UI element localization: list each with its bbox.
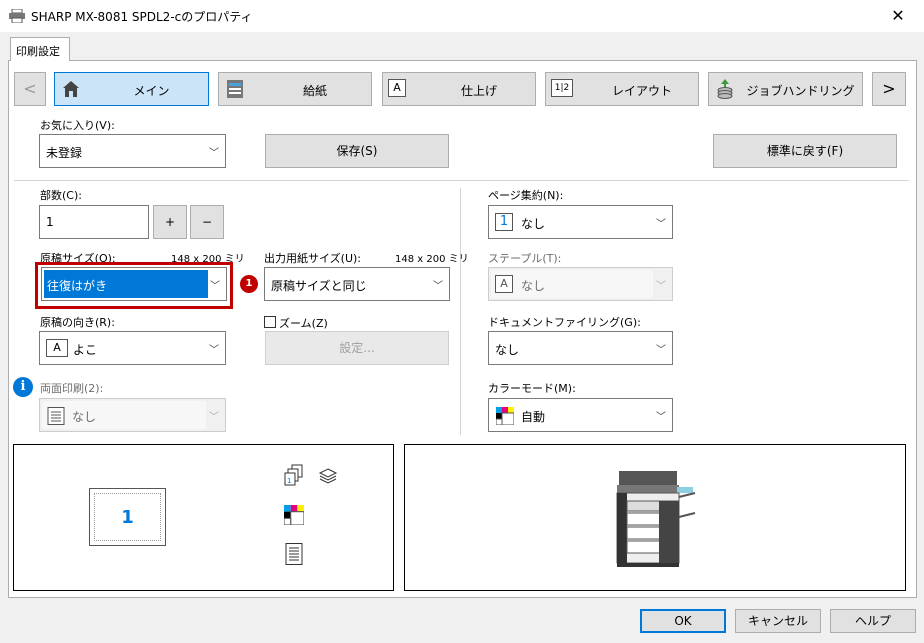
tab-job-handling[interactable]: ジョブハンドリング (708, 72, 863, 106)
staple-icon: A (495, 275, 513, 293)
output-size-select[interactable]: 原稿サイズと同じ ﹀ (264, 267, 450, 301)
color-mode-select[interactable]: 自動 ﹀ (488, 398, 673, 432)
divider (14, 180, 909, 181)
chevron-down-icon: ﹀ (656, 219, 666, 230)
copies-value: 1 (46, 215, 54, 229)
document-icon (47, 407, 65, 425)
color-mode-icon (284, 505, 304, 525)
copies-stack-icon: 1 (284, 464, 303, 486)
svg-text:1: 1 (287, 477, 291, 485)
color-mode-value: 自動 (521, 410, 546, 424)
page-number: 1 (121, 507, 134, 528)
nup-value: なし (521, 217, 546, 231)
favorites-label: お気に入り(V): (40, 119, 115, 132)
chevron-down-icon: ﹀ (656, 412, 666, 423)
nup-select[interactable]: 1 なし ﹀ (488, 205, 673, 239)
tab-main-label: メイン (133, 84, 170, 98)
chevron-down-icon: ﹀ (433, 281, 443, 292)
info-icon[interactable]: i (13, 377, 33, 397)
nav-next-button[interactable]: > (872, 72, 906, 106)
window-title: SHARP MX-8081 SPDL2-cのプロパティ (31, 10, 253, 24)
output-size-dims: 148 x 200 ミリ (395, 254, 469, 265)
chevron-down-icon: ﹀ (209, 148, 219, 159)
color-mode-label: カラーモード(M): (488, 382, 576, 395)
orientation-icon: A (46, 339, 68, 357)
nup-icon: 1 (495, 213, 513, 231)
zoom-checkbox[interactable] (264, 316, 276, 328)
staple-label: ステープル(T): (488, 252, 562, 265)
chevron-down-icon: ﹀ (656, 281, 666, 292)
favorites-select[interactable]: 未登録 ﹀ (39, 134, 226, 168)
orientation-value: よこ (73, 343, 98, 357)
tab-paper-source-label: 給紙 (302, 84, 327, 98)
tab-main[interactable]: メイン (54, 72, 209, 106)
help-button[interactable]: ヘルプ (830, 609, 916, 633)
tab-job-handling-label: ジョブハンドリング (746, 84, 855, 98)
copies-decrement-button[interactable]: − (190, 205, 224, 239)
staple-value: なし (521, 279, 546, 293)
chevron-down-icon: ﹀ (209, 412, 219, 423)
copies-increment-button[interactable]: + (153, 205, 187, 239)
tab-finishing-label: 仕上げ (460, 84, 497, 98)
color-mode-icon (496, 407, 514, 425)
step-badge: 1 (240, 275, 258, 293)
orientation-select[interactable]: A よこ ﹀ (39, 331, 226, 365)
doc-filing-value: なし (495, 343, 520, 357)
doc-filing-select[interactable]: なし ﹀ (488, 331, 673, 365)
page-preview: 1 1 (13, 444, 394, 591)
tab-finishing[interactable]: A 仕上げ (382, 72, 536, 106)
duplex-select[interactable]: なし ﹀ (39, 398, 226, 432)
tab-layout-label: レイアウト (611, 84, 672, 98)
output-size-value: 原稿サイズと同じ (271, 279, 367, 293)
paper-stack-icon (318, 468, 338, 484)
document-icon (285, 543, 303, 565)
chevron-down-icon: ﹀ (656, 345, 666, 356)
copies-label: 部数(C): (40, 189, 82, 202)
printer-preview (404, 444, 906, 591)
nav-prev-button[interactable]: < (14, 72, 46, 106)
zoom-settings-button[interactable]: 設定... (265, 331, 449, 365)
printer-icon (9, 9, 25, 23)
staple-select[interactable]: A なし ﹀ (488, 267, 673, 301)
tab-layout[interactable]: 1|2 レイアウト (545, 72, 699, 106)
duplex-label: 両面印刷(2): (40, 382, 104, 395)
doc-filing-label: ドキュメントファイリング(G): (488, 316, 641, 329)
nup-label: ページ集約(N): (488, 189, 564, 202)
chevron-down-icon: ﹀ (209, 345, 219, 356)
tab-print-settings[interactable]: 印刷設定 (10, 37, 70, 61)
favorites-value: 未登録 (46, 146, 83, 160)
copies-input[interactable]: 1 (39, 205, 149, 239)
original-size-select[interactable]: 往復はがき ﹀ (41, 267, 227, 301)
reset-defaults-button[interactable]: 標準に戻す(F) (713, 134, 897, 168)
cancel-button[interactable]: キャンセル (735, 609, 821, 633)
output-size-label: 出力用紙サイズ(U): (264, 252, 362, 265)
page-thumbnail: 1 (89, 488, 166, 546)
duplex-value: なし (72, 410, 97, 424)
printer-image (616, 471, 696, 567)
orientation-label: 原稿の向き(R): (40, 316, 115, 329)
chevron-down-icon: ﹀ (210, 281, 220, 292)
tab-paper-source[interactable]: 給紙 (218, 72, 372, 106)
original-size-value: 往復はがき (47, 279, 108, 293)
ok-button[interactable]: OK (640, 609, 726, 633)
title-bar: SHARP MX-8081 SPDL2-cのプロパティ ✕ (0, 0, 924, 32)
divider (460, 188, 461, 435)
close-icon[interactable]: ✕ (884, 4, 912, 28)
save-button[interactable]: 保存(S) (265, 134, 449, 168)
zoom-label: ズーム(Z) (279, 317, 328, 330)
